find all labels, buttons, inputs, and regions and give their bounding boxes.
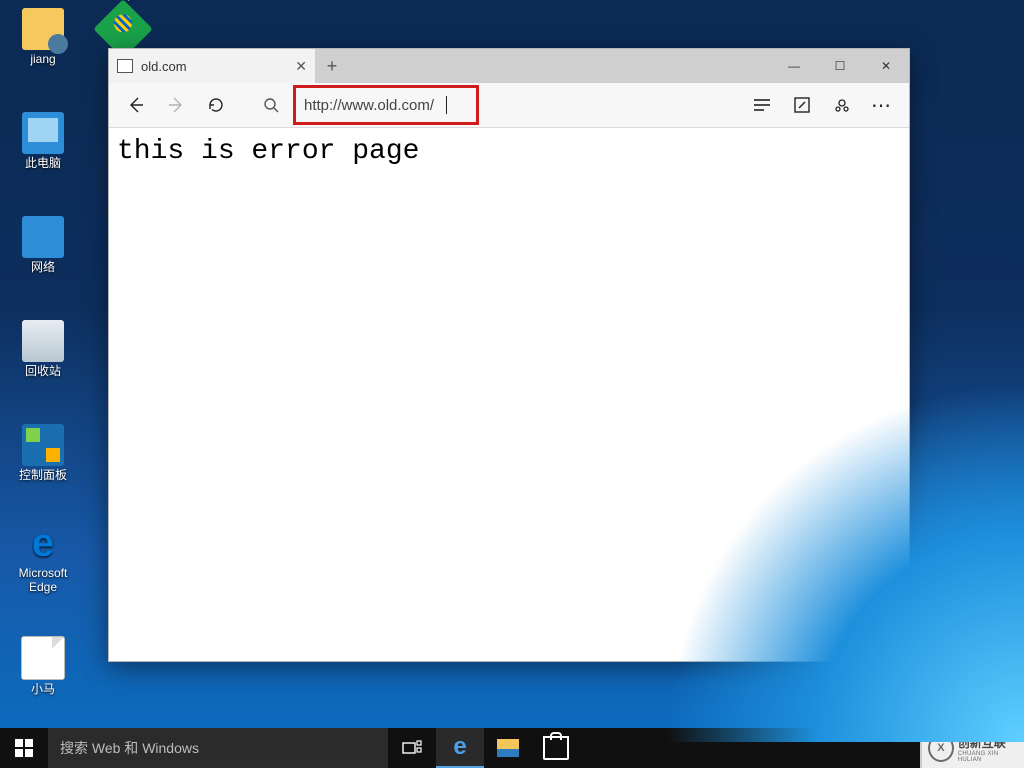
taskbar: 搜索 Web 和 Windows e ˄ [0, 728, 1024, 768]
watermark: X 创新互联 CHUANG XIN HULIAN [920, 728, 1024, 768]
forward-button[interactable] [159, 88, 193, 122]
note-icon [793, 96, 811, 114]
task-view-button[interactable] [388, 728, 436, 768]
share-button[interactable] [825, 88, 859, 122]
desktop-icon-label: 小马 [8, 682, 78, 696]
network-icon [22, 216, 64, 258]
browser-tab[interactable]: old.com ✕ [109, 49, 315, 83]
refresh-button[interactable] [199, 88, 233, 122]
desktop-icon-label: Microsoft Edge [8, 566, 78, 594]
tab-bar: old.com ✕ + — ☐ ✕ [109, 49, 909, 83]
start-button[interactable] [0, 728, 48, 768]
taskbar-search-input[interactable]: 搜索 Web 和 Windows [48, 728, 388, 768]
tab-close-icon[interactable]: ✕ [295, 58, 307, 75]
taskbar-app-edge[interactable]: e [436, 728, 484, 768]
desktop-icon-control-panel[interactable]: 控制面板 [8, 424, 78, 482]
arrow-left-icon [126, 95, 146, 115]
arrow-right-icon [166, 95, 186, 115]
search-placeholder: 搜索 Web 和 Windows [60, 738, 199, 758]
edge-icon: e [453, 733, 466, 761]
web-note-button[interactable] [785, 88, 819, 122]
window-minimize-button[interactable]: — [771, 49, 817, 83]
desktop-icon-this-pc[interactable]: 此电脑 [8, 112, 78, 170]
navigation-bar: ⋯ [109, 83, 909, 128]
desktop-icon-label: 控制面板 [8, 468, 78, 482]
refresh-icon [207, 96, 225, 114]
desktop-icon-network[interactable]: 网络 [8, 216, 78, 274]
tab-title: old.com [141, 59, 287, 74]
desktop-icon-document[interactable]: 小马 [8, 636, 78, 696]
recycle-bin-icon [22, 320, 64, 362]
desktop-icon-recycle-bin[interactable]: 回收站 [8, 320, 78, 378]
document-icon [21, 636, 65, 680]
watermark-logo-icon: X [928, 734, 954, 762]
more-button[interactable]: ⋯ [865, 88, 899, 122]
store-icon [543, 736, 569, 760]
window-controls: — ☐ ✕ [771, 49, 909, 83]
text-cursor [446, 96, 447, 114]
desktop-icon-label: 网络 [8, 260, 78, 274]
folder-user-icon [22, 8, 64, 50]
share-icon [833, 96, 851, 114]
this-pc-icon [22, 112, 64, 154]
url-input[interactable] [302, 96, 446, 115]
watermark-text: 创新互联 CHUANG XIN HULIAN [958, 734, 1018, 763]
task-view-icon [402, 740, 422, 756]
tab-favicon-icon [117, 59, 133, 73]
windows-logo-icon [15, 739, 33, 757]
desktop-icon-label: 此电脑 [8, 156, 78, 170]
page-content: this is error page [109, 128, 909, 661]
control-panel-icon [22, 424, 64, 466]
reading-list-icon [753, 98, 771, 112]
address-bar-highlight [293, 85, 479, 125]
window-close-button[interactable]: ✕ [863, 49, 909, 83]
search-icon[interactable] [263, 97, 287, 113]
page-body-text: this is error page [117, 136, 901, 167]
file-explorer-icon [497, 739, 519, 757]
edge-browser-window: old.com ✕ + — ☐ ✕ [108, 48, 910, 662]
desktop-background: jiang fi 此电脑 网络 回收站 控制面板 e Microsoft Edg… [0, 0, 1024, 768]
window-maximize-button[interactable]: ☐ [817, 49, 863, 83]
desktop-icon-label: jiang [8, 52, 78, 66]
back-button[interactable] [119, 88, 153, 122]
taskbar-app-store[interactable] [532, 728, 580, 768]
edge-icon: e [22, 522, 64, 564]
desktop-icon-label: 回收站 [8, 364, 78, 378]
desktop-icon-user-folder[interactable]: jiang [8, 8, 78, 66]
reading-view-button[interactable] [745, 88, 779, 122]
taskbar-app-explorer[interactable] [484, 728, 532, 768]
new-tab-button[interactable]: + [315, 49, 349, 83]
address-bar[interactable] [293, 87, 739, 123]
desktop-icon-edge[interactable]: e Microsoft Edge [8, 522, 78, 594]
